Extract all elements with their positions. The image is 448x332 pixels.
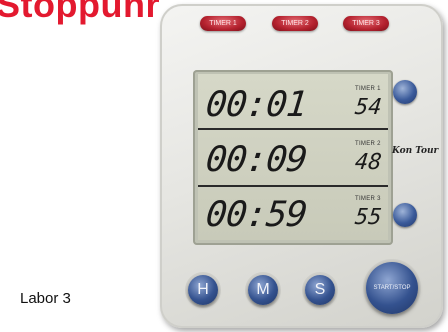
timer-2-seconds: 48 [353,150,383,175]
page-title: Stoppuhr [0,0,160,25]
lcd-divider [198,128,388,130]
timer-1-label: TIMER 1 [355,86,381,92]
minutes-button[interactable]: M [248,275,278,305]
timer-2-button[interactable]: TIMER 2 [272,16,318,31]
timer-1-seconds: 54 [353,95,383,120]
hours-button[interactable]: H [188,275,218,305]
brand-logo: Kon Tour [392,146,439,156]
mode-button-bottom[interactable] [393,203,417,227]
caption: Labor 3 [20,290,71,307]
timer-3-main: 00:59 [203,195,309,235]
seconds-button[interactable]: S [305,275,335,305]
lcd-divider [198,185,388,187]
timer-3-label: TIMER 3 [355,196,381,202]
timer-2-label: TIMER 2 [355,141,381,147]
timer-3-seconds: 55 [353,205,383,230]
timer-1-main: 00:01 [203,85,309,125]
timer-1-button[interactable]: TIMER 1 [200,16,246,31]
start-stop-button[interactable]: START/STOP [366,262,418,314]
timer-3-button[interactable]: TIMER 3 [343,16,389,31]
mode-button-top[interactable] [393,80,417,104]
timer-2-main: 00:09 [203,140,309,180]
